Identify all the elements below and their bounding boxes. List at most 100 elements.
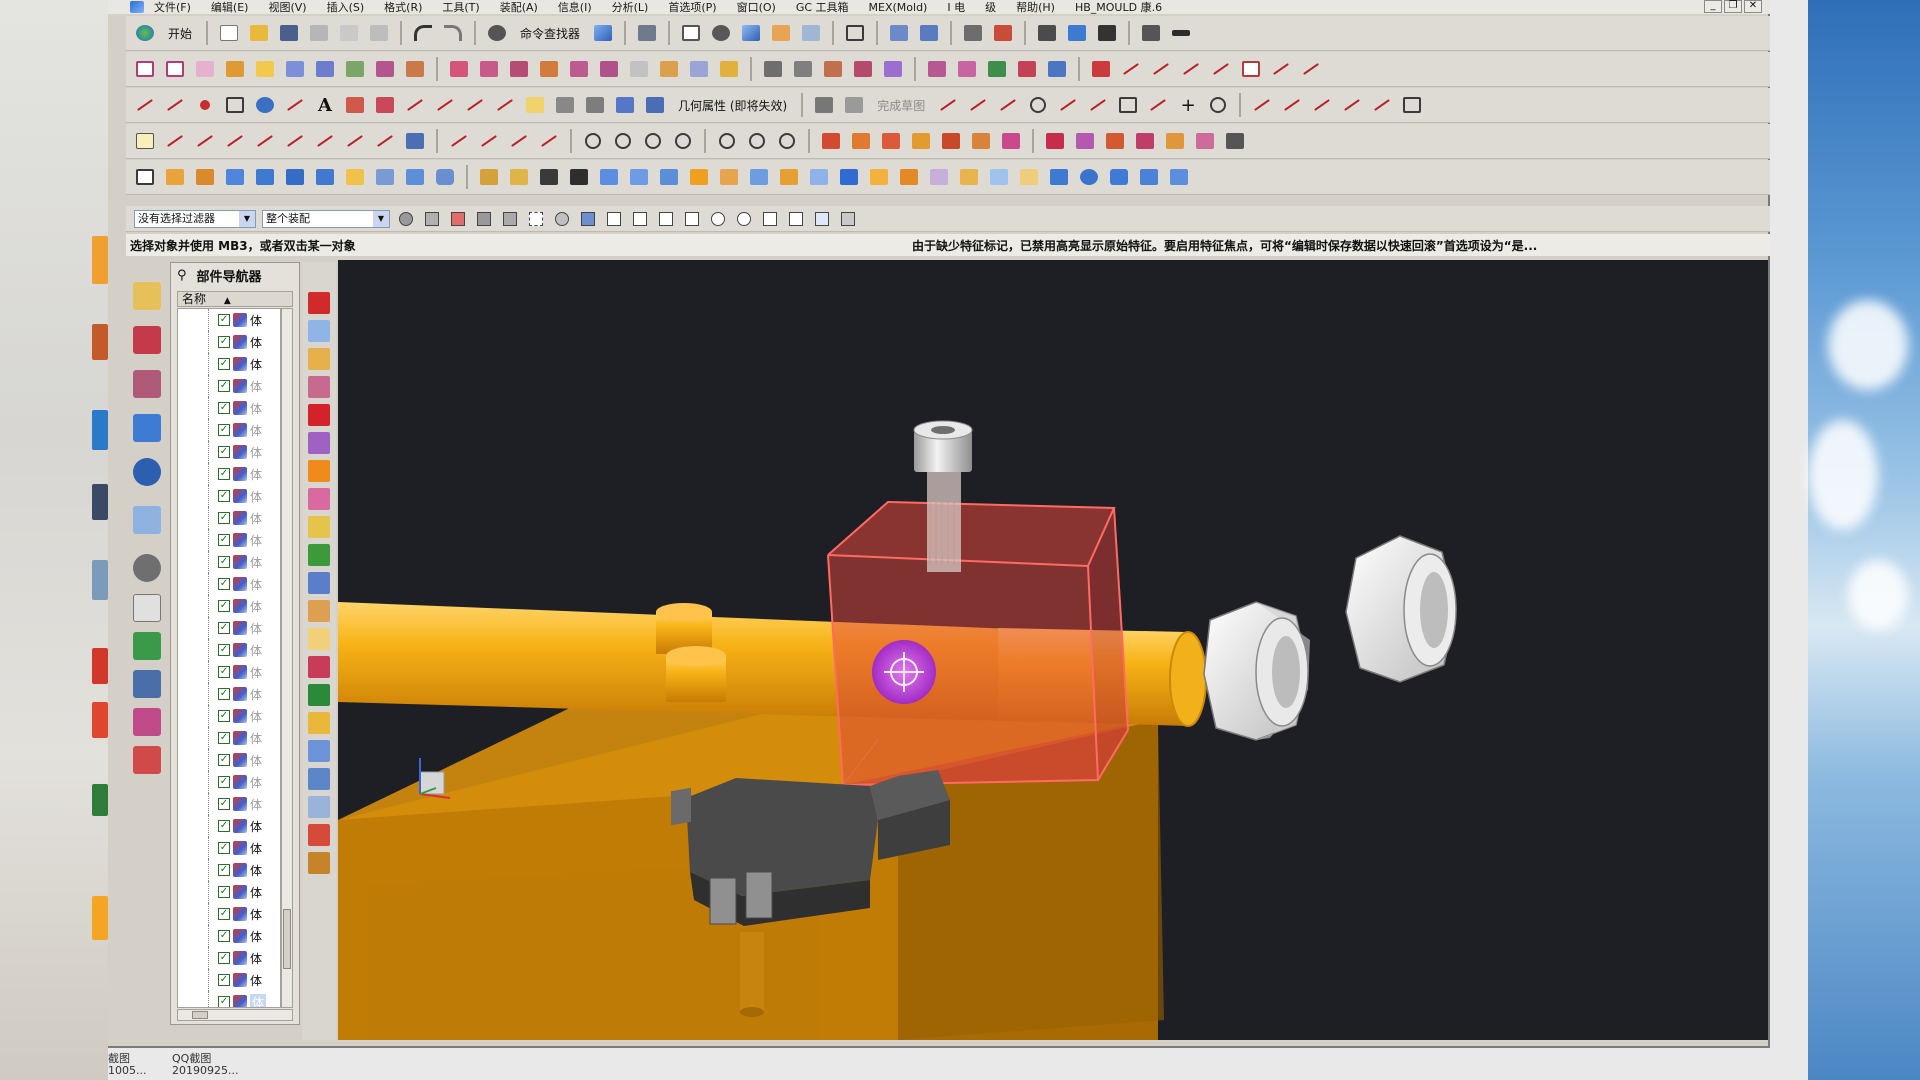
tree-row[interactable]: ✓ 体 <box>178 507 280 529</box>
tree-row[interactable]: ✓ 体 <box>178 353 280 375</box>
tree-row[interactable]: ✓ 体 <box>178 793 280 815</box>
restore-button[interactable]: ❐ <box>1724 0 1742 13</box>
split-feature-icon[interactable] <box>308 684 330 706</box>
surface-grid-icon[interactable] <box>192 56 218 82</box>
surface-offset-icon[interactable] <box>222 56 248 82</box>
curve-length-icon[interactable] <box>522 92 548 118</box>
layer-surface-icon[interactable] <box>716 56 742 82</box>
isoparametric-curve-icon[interactable] <box>462 92 488 118</box>
bridge-curve-icon[interactable] <box>1208 56 1234 82</box>
chevron-down-icon[interactable]: ▼ <box>239 210 255 227</box>
circle-center-icon[interactable] <box>580 128 606 154</box>
internet-explorer-tab-icon[interactable] <box>133 458 161 486</box>
arc-endpoints-icon[interactable] <box>536 128 562 154</box>
circle-radius-icon[interactable] <box>744 128 770 154</box>
information-icon[interactable] <box>634 20 660 46</box>
snap-point-on-curve-icon[interactable] <box>786 209 806 229</box>
visibility-checkbox[interactable]: ✓ <box>218 534 230 546</box>
family-mold-icon[interactable] <box>1016 164 1042 190</box>
new-file-icon[interactable] <box>216 20 242 46</box>
clamp-block-highlighted[interactable] <box>827 500 1129 787</box>
menu-analysis[interactable]: 分析(L) <box>612 2 649 13</box>
section-curve-icon[interactable] <box>1238 56 1264 82</box>
visibility-checkbox[interactable]: ✓ <box>218 358 230 370</box>
sketch-spline-icon[interactable] <box>1145 92 1171 118</box>
menu-insert[interactable]: 插入(S) <box>327 2 365 13</box>
groove-icon[interactable] <box>308 488 330 510</box>
start-icon[interactable] <box>132 20 158 46</box>
geometry-property-label[interactable]: 几何属性 (即将失效) <box>678 97 787 114</box>
visibility-checkbox[interactable]: ✓ <box>218 314 230 326</box>
trim-feature-icon[interactable] <box>308 656 330 678</box>
styled-blend-icon[interactable] <box>566 56 592 82</box>
tangent-line-icon[interactable] <box>282 128 308 154</box>
command-finder-icon[interactable] <box>484 20 510 46</box>
rectangle-icon[interactable] <box>222 92 248 118</box>
show-hide-icon[interactable] <box>578 209 598 229</box>
snap-arc-center-icon[interactable] <box>708 209 728 229</box>
circle-point-icon[interactable] <box>714 128 740 154</box>
arc-radius-icon[interactable] <box>506 128 532 154</box>
snap-point-icon[interactable] <box>132 128 158 154</box>
assembly-cut-icon[interactable] <box>998 128 1024 154</box>
tree-row[interactable]: ✓ 体 <box>178 375 280 397</box>
display-constraints-icon[interactable] <box>1369 92 1395 118</box>
layer-icon[interactable] <box>768 20 794 46</box>
visibility-checkbox[interactable]: ✓ <box>218 490 230 502</box>
insert-icon[interactable] <box>312 164 338 190</box>
divide-face-icon[interactable] <box>790 56 816 82</box>
snap-existing-point-icon[interactable] <box>760 209 780 229</box>
chevron-down-icon[interactable]: ▼ <box>373 210 389 227</box>
command-finder-label[interactable]: 命令查找器 <box>520 25 580 42</box>
snap-midpoint-icon[interactable] <box>630 209 650 229</box>
bounded-plane-icon[interactable] <box>162 56 188 82</box>
visibility-checkbox[interactable]: ✓ <box>218 446 230 458</box>
reuse-library-tab-icon[interactable] <box>133 414 161 442</box>
menu-mex-mold[interactable]: MEX(Mold) <box>869 2 928 13</box>
line-icon[interactable] <box>132 92 158 118</box>
graphics-window[interactable] <box>338 260 1768 1040</box>
frame-icon[interactable] <box>842 20 868 46</box>
menu-help[interactable]: 帮助(H) <box>1016 2 1055 13</box>
visibility-checkbox[interactable]: ✓ <box>218 468 230 480</box>
visibility-checkbox[interactable]: ✓ <box>218 710 230 722</box>
undo-icon[interactable] <box>410 20 436 46</box>
shrinkage-icon[interactable] <box>926 164 952 190</box>
tangent-arc-icon[interactable] <box>372 128 398 154</box>
tree-row[interactable]: ✓ 体 <box>178 859 280 881</box>
tree-row[interactable]: ✓ 体 <box>178 397 280 419</box>
paste-icon[interactable] <box>366 20 392 46</box>
new-sheet-icon[interactable] <box>132 164 158 190</box>
parallel-line-icon[interactable] <box>222 128 248 154</box>
tree-row[interactable]: ✓ 体 <box>178 969 280 991</box>
sketch-settings-icon[interactable] <box>1399 92 1425 118</box>
sketch-arc-icon[interactable] <box>995 92 1021 118</box>
chamfer-feature-icon[interactable] <box>308 600 330 622</box>
select-all-icon[interactable] <box>552 209 572 229</box>
revolve-icon[interactable] <box>308 320 330 342</box>
mold-base-icon[interactable] <box>162 164 188 190</box>
resize-blend-icon[interactable] <box>984 56 1010 82</box>
tree-row[interactable]: ✓ 体 <box>178 749 280 771</box>
box-select-icon[interactable] <box>526 209 546 229</box>
sketch-polygon-icon[interactable] <box>1205 92 1231 118</box>
shell-feature-icon[interactable] <box>308 628 330 650</box>
slot-icon[interactable] <box>308 460 330 482</box>
visibility-checkbox[interactable]: ✓ <box>218 798 230 810</box>
tree-row[interactable]: ✓ 体 <box>178 705 280 727</box>
reposition-icon[interactable] <box>1162 128 1188 154</box>
snap-point-on-face-icon[interactable] <box>812 209 832 229</box>
thicken-icon[interactable] <box>656 56 682 82</box>
component-array-icon[interactable] <box>878 128 904 154</box>
finish-sketch-icon[interactable] <box>841 92 867 118</box>
tree-row[interactable]: ✓ 体 <box>178 991 280 1007</box>
menu-view[interactable]: 视图(V) <box>268 2 306 13</box>
cooling-icon[interactable] <box>402 164 428 190</box>
cavity-icon[interactable] <box>192 164 218 190</box>
select-feature-icon[interactable] <box>396 209 416 229</box>
tree-row[interactable]: ✓ 体 <box>178 837 280 859</box>
stop-at-intersection-icon[interactable] <box>500 209 520 229</box>
assembly-add-icon[interactable] <box>818 128 844 154</box>
tree-row[interactable]: ✓ 体 <box>178 441 280 463</box>
arc-icon[interactable] <box>162 92 188 118</box>
